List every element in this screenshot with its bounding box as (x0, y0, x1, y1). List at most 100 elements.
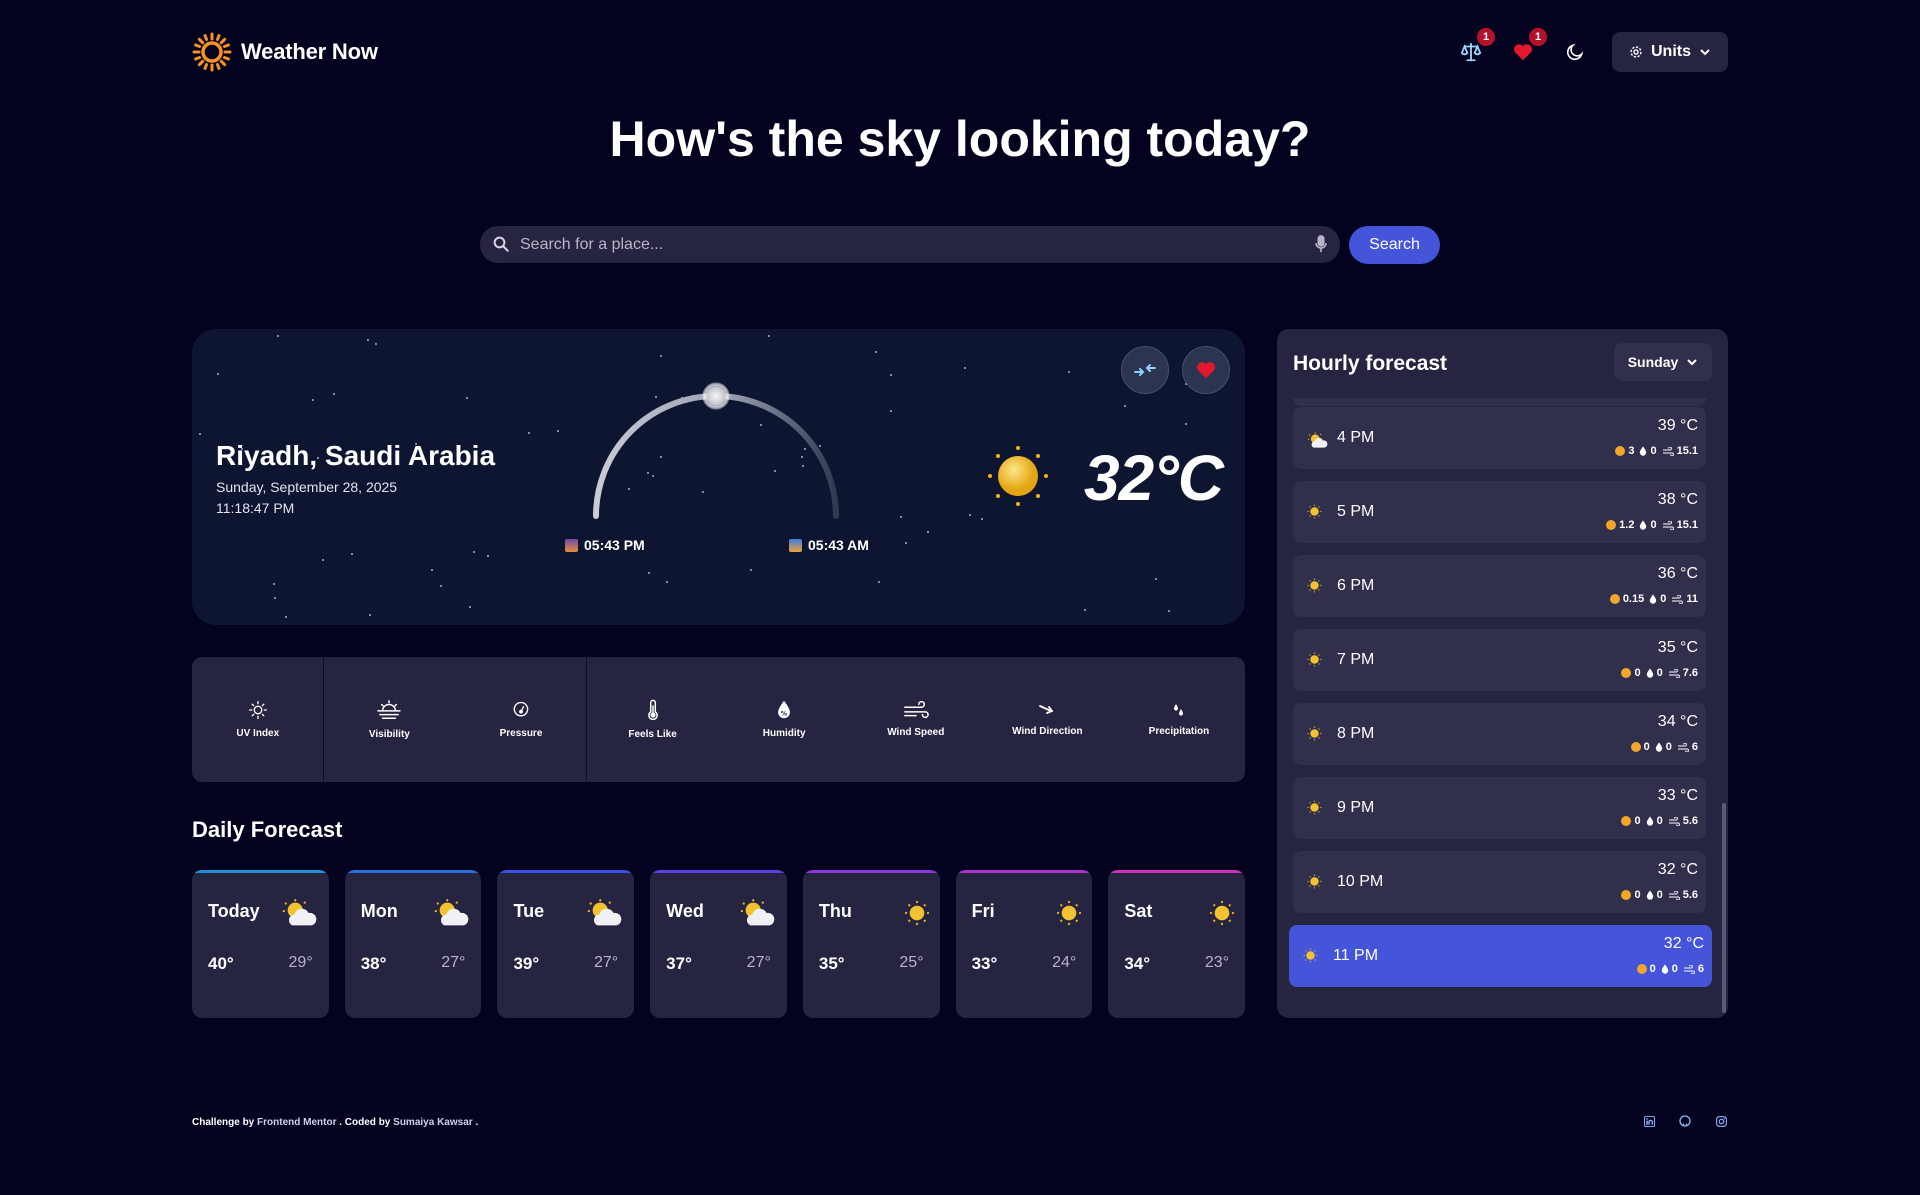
metric-wind-direction[interactable]: Wind Direction (982, 657, 1114, 782)
hourly-forecast-row[interactable]: 4 PM 39 °C 3 0 15.1 (1293, 407, 1706, 469)
hourly-forecast-list[interactable]: 4 PM 39 °C 3 0 15.1 5 PM 38 °C 1.2 0 15.… (1277, 398, 1728, 1018)
hour-temperature: 32 °C (1657, 861, 1698, 878)
metric-visibility[interactable]: Visibility (324, 657, 456, 782)
star-dot (351, 553, 353, 555)
wind-icon (903, 701, 929, 719)
daily-forecast-card[interactable]: Thu 35° 25° (802, 870, 940, 1018)
current-weather-card: Riyadh, Saudi Arabia Sunday, September 2… (192, 329, 1245, 625)
sunset-info: 05:43 PM (565, 537, 645, 553)
wind-stat: 6 (1677, 741, 1698, 753)
star-dot (964, 367, 966, 369)
star-dot (1185, 423, 1187, 425)
sun-dot-icon (1636, 964, 1647, 974)
star-dot (666, 581, 668, 583)
day-high-temp: 35° (818, 954, 845, 973)
instagram-icon[interactable] (1714, 1114, 1728, 1128)
heart-icon (1197, 362, 1215, 379)
uv-stat: 0 (1636, 963, 1656, 975)
drop-icon (1646, 890, 1653, 900)
day-low-temp: 25° (899, 954, 924, 971)
search-button[interactable]: Search (1349, 226, 1440, 264)
daily-forecast-card[interactable]: Fri 33° 24° (955, 870, 1093, 1018)
metric-pressure[interactable]: Pressure (455, 657, 587, 782)
wind-value: 6 (1697, 963, 1704, 975)
daily-forecast-card[interactable]: Sat 34° 23° (1108, 870, 1246, 1018)
precip-value: 0 (1650, 519, 1657, 531)
day-high-temp: 34° (1124, 954, 1151, 973)
favorites-button[interactable]: 1 (1510, 28, 1547, 65)
day-select-dropdown[interactable]: Sunday (1614, 343, 1712, 381)
metric-precipitation[interactable]: Precipitation (1113, 657, 1245, 782)
compare-button[interactable]: 1 (1458, 28, 1495, 65)
hourly-forecast-row[interactable]: 6 PM 36 °C 0.15 0 11 (1293, 555, 1706, 617)
day-name: Sat (1124, 901, 1153, 921)
microphone-icon[interactable] (1314, 235, 1328, 253)
hour-temperature: 39 °C (1657, 417, 1698, 434)
precip-stat: 0 (1639, 519, 1657, 531)
star-dot (878, 581, 880, 583)
metric-humidity[interactable]: % Humidity (718, 657, 850, 782)
day-high-temp: 38° (360, 954, 387, 973)
visibility-icon (377, 700, 402, 719)
github-icon[interactable] (1678, 1114, 1692, 1128)
sun-dot-icon (1609, 594, 1620, 604)
star-dot (487, 555, 489, 557)
star-dot (875, 351, 877, 353)
hour-stats: 0 0 7.6 (1621, 667, 1698, 679)
star-dot (1068, 371, 1070, 373)
hourly-forecast-row[interactable]: 7 PM 35 °C 0 0 7.6 (1293, 629, 1706, 691)
hourly-forecast-row[interactable]: 10 PM 32 °C 0 0 5.6 (1293, 851, 1706, 913)
day-accent-bar (802, 870, 940, 873)
day-name: Mon (360, 901, 398, 921)
wind-icon (1668, 890, 1680, 900)
search-input[interactable] (520, 226, 1300, 263)
app-title: Weather Now (241, 39, 378, 64)
metric-feels-like[interactable]: Feels Like (587, 657, 719, 782)
precip-value: 0 (1665, 741, 1672, 753)
metric-wind-speed[interactable]: Wind Speed (850, 657, 982, 782)
uv-stat: 0 (1621, 667, 1641, 679)
day-name: Tue (513, 901, 545, 921)
search-icon (493, 236, 509, 252)
day-accent-bar (650, 870, 787, 873)
drop-icon (1646, 668, 1653, 678)
daily-forecast-card[interactable]: Today 40° 29° (192, 870, 329, 1018)
uv-value: 0.15 (1622, 593, 1645, 605)
star-dot (440, 585, 442, 587)
hour-stats: 0 0 6 (1636, 963, 1704, 975)
day-name: Fri (971, 901, 995, 921)
frontend-mentor-link[interactable]: Frontend Mentor (257, 1117, 336, 1128)
wind-icon (1662, 520, 1674, 530)
metric-uv-index[interactable]: UV Index (192, 657, 324, 782)
favorite-location-button[interactable] (1182, 346, 1230, 394)
sun-icon (1307, 800, 1322, 820)
daily-forecast-card[interactable]: Mon 38° 27° (344, 870, 482, 1018)
units-dropdown[interactable]: Units (1612, 32, 1728, 72)
uv-value: 0 (1634, 667, 1641, 679)
hourly-forecast-row[interactable]: 11 PM 32 °C 0 0 6 (1289, 925, 1712, 987)
hourly-forecast-row[interactable]: 9 PM 33 °C 0 0 5.6 (1293, 777, 1706, 839)
hourly-forecast-row[interactable]: 5 PM 38 °C 1.2 0 15.1 (1293, 481, 1706, 543)
star-dot (431, 569, 433, 571)
wind-stat: 6 (1683, 963, 1704, 975)
daily-forecast-list: Today 40° 29° Mon 38° 27° Tue 39° 27° We… (192, 870, 1246, 1018)
star-dot (890, 410, 892, 412)
star-dot (333, 393, 335, 395)
day-high-temp: 39° (513, 954, 540, 973)
metric-label: Pressure (499, 728, 543, 739)
theme-toggle-button[interactable] (1562, 39, 1588, 65)
chevron-down-icon (1700, 49, 1710, 56)
hourly-forecast-row[interactable]: 8 PM 34 °C 0 0 6 (1293, 703, 1706, 765)
wind-stat: 5.6 (1668, 889, 1698, 901)
sun-icon (1307, 874, 1322, 894)
selected-day: Sunday (1627, 354, 1679, 370)
linkedin-icon[interactable] (1642, 1114, 1656, 1128)
daily-forecast-card[interactable]: Tue 39° 27° (497, 870, 635, 1018)
hour-time: 7 PM (1337, 651, 1375, 668)
hourly-scrollbar[interactable] (1722, 803, 1726, 1013)
author-link[interactable]: Sumaiya Kawsar (393, 1117, 473, 1128)
daily-forecast-card[interactable]: Wed 37° 27° (650, 870, 787, 1018)
pressure-icon (513, 701, 529, 717)
compare-location-button[interactable] (1121, 346, 1169, 394)
app-logo[interactable]: Weather Now (192, 32, 378, 72)
